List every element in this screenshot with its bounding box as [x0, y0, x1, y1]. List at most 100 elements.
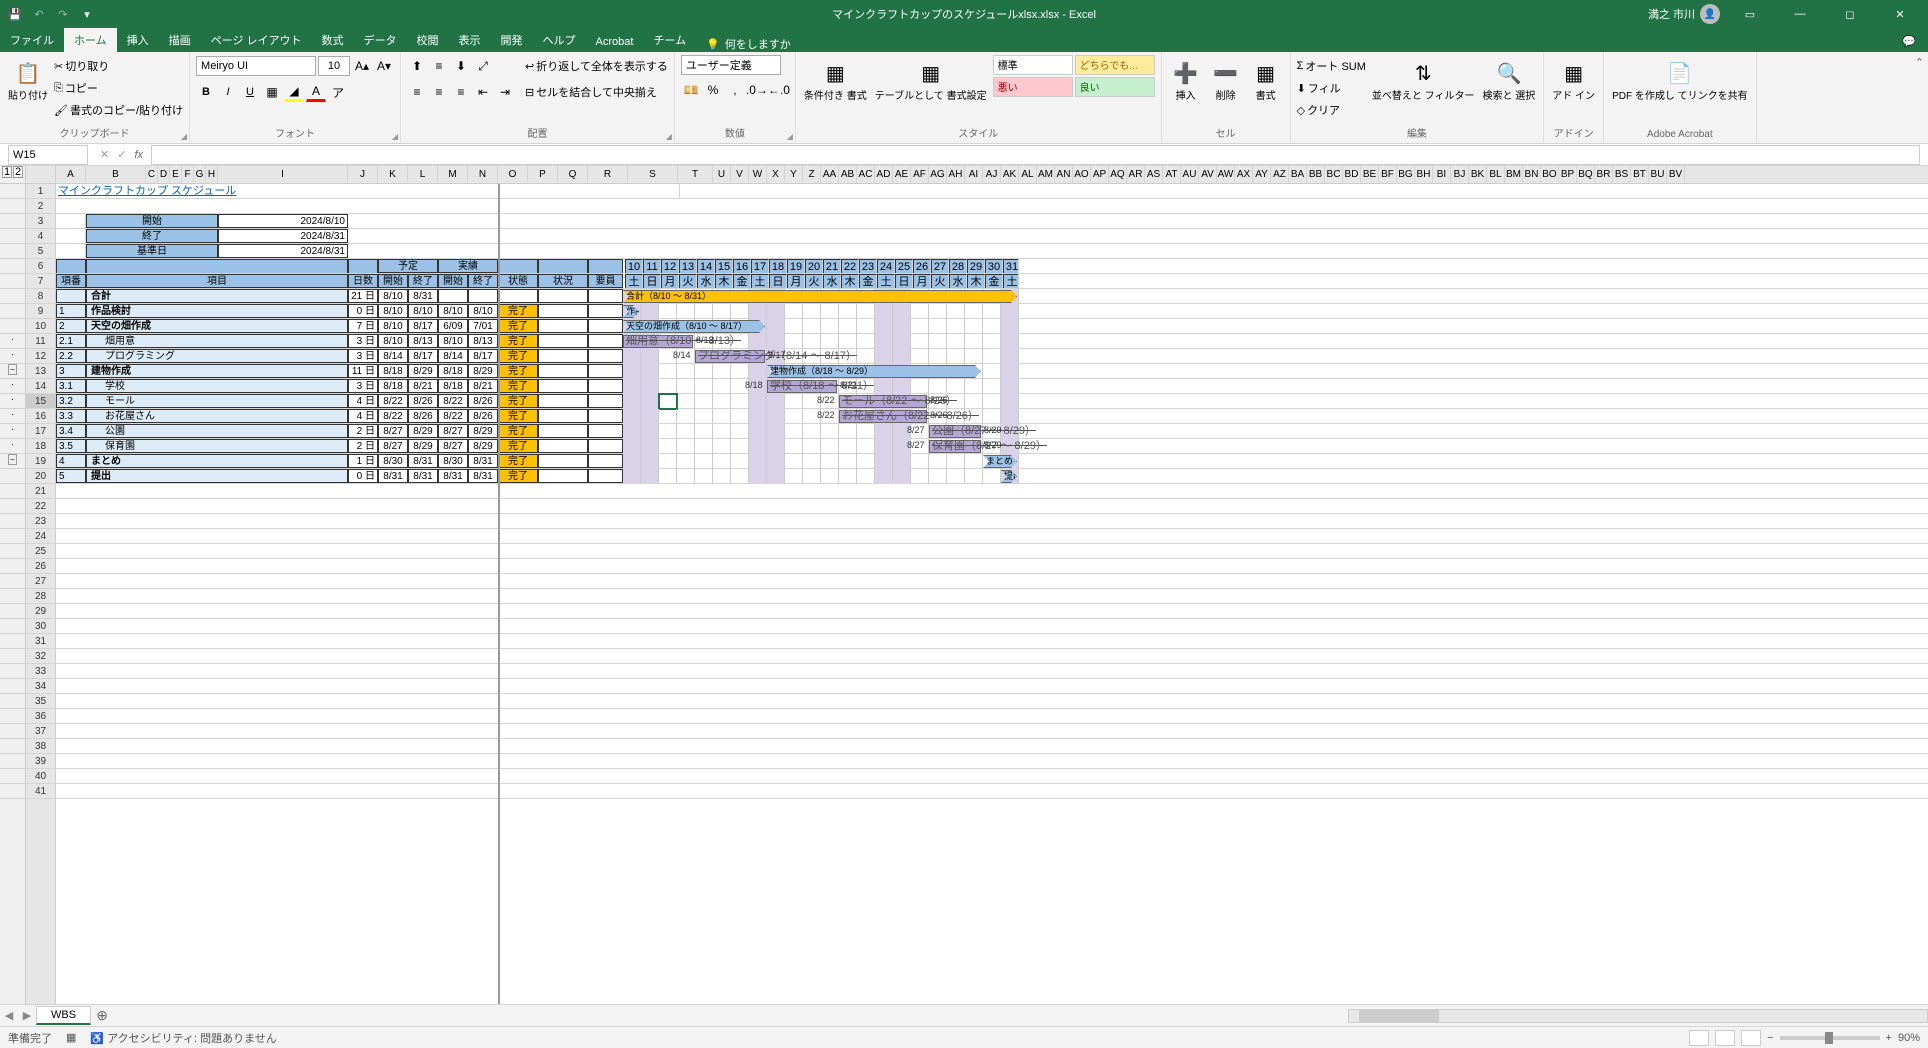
col-header[interactable]: AN	[1055, 166, 1073, 183]
tab-data[interactable]: データ	[354, 28, 407, 52]
cell[interactable]: まとめ	[86, 454, 348, 468]
col-header[interactable]: P	[528, 166, 558, 183]
cell[interactable]: お花屋さん	[86, 409, 348, 423]
cell[interactable]: 保育園	[86, 439, 348, 453]
align-top-icon[interactable]: ⬆	[407, 56, 427, 76]
cell[interactable]	[588, 334, 623, 348]
fill-button[interactable]: ⬇フィル	[1297, 77, 1366, 99]
col-header[interactable]: AT	[1163, 166, 1181, 183]
cell[interactable]: 終了	[408, 274, 438, 288]
row-header[interactable]: 40	[26, 769, 55, 784]
col-header[interactable]: R	[588, 166, 628, 183]
cell[interactable]: 8/29	[408, 424, 438, 438]
cell[interactable]: 予定	[378, 259, 438, 273]
cell[interactable]: 8/13	[468, 334, 498, 348]
sort-filter-button[interactable]: ⇅並べ替えと フィルター	[1370, 55, 1477, 104]
cell[interactable]	[86, 259, 348, 273]
cell[interactable]: 8/27	[378, 439, 408, 453]
row-header[interactable]: 1	[26, 184, 55, 199]
decrease-font-icon[interactable]: A▾	[374, 56, 394, 76]
font-launcher-icon[interactable]: ◢	[392, 132, 398, 141]
cell[interactable]	[348, 259, 378, 273]
cell[interactable]: 8/31	[408, 289, 438, 303]
col-header[interactable]: A	[56, 166, 86, 183]
cell[interactable]: 8/10	[378, 304, 408, 318]
cell[interactable]: 完了	[498, 469, 538, 483]
bold-button[interactable]: B	[196, 82, 216, 102]
cell[interactable]	[588, 259, 623, 273]
percent-icon[interactable]: %	[703, 80, 723, 100]
cell[interactable]	[588, 379, 623, 393]
col-header[interactable]: AV	[1199, 166, 1217, 183]
cell[interactable]: 8/22	[378, 409, 408, 423]
row-header[interactable]: 21	[26, 484, 55, 499]
row-header[interactable]: 27	[26, 574, 55, 589]
col-header[interactable]: BB	[1307, 166, 1325, 183]
row-header[interactable]: 13	[26, 364, 55, 379]
cell[interactable]: 開始	[378, 274, 408, 288]
style-good[interactable]: 良い	[1075, 77, 1155, 97]
col-header[interactable]: BP	[1559, 166, 1577, 183]
cell[interactable]: 0 日	[348, 469, 378, 483]
create-pdf-button[interactable]: 📄PDF を作成し てリンクを共有	[1610, 55, 1750, 104]
increase-decimal-icon[interactable]: .0→	[747, 80, 767, 100]
row-header[interactable]: 15	[26, 394, 55, 409]
cell[interactable]: 2024/8/31	[218, 229, 348, 243]
align-center-icon[interactable]: ≡	[429, 82, 449, 102]
row-header[interactable]: 12	[26, 349, 55, 364]
row-header[interactable]: 3	[26, 214, 55, 229]
title-link[interactable]: マインクラフトカップ スケジュール	[58, 185, 236, 197]
row-header[interactable]: 22	[26, 499, 55, 514]
zoom-in-icon[interactable]: +	[1886, 1032, 1892, 1044]
cell[interactable]: 終了	[86, 229, 218, 243]
cell[interactable]	[538, 409, 588, 423]
col-header[interactable]: AW	[1217, 166, 1235, 183]
col-header[interactable]: Y	[785, 166, 803, 183]
wrap-text-button[interactable]: ↩折り返して全体を表示する	[525, 55, 668, 77]
cell[interactable]	[588, 319, 623, 333]
col-header[interactable]: C	[146, 166, 158, 183]
cell[interactable]: 8/27	[438, 439, 468, 453]
cell[interactable]: 8/27	[378, 424, 408, 438]
col-header[interactable]: AG	[929, 166, 947, 183]
cell[interactable]: 8/31	[408, 469, 438, 483]
col-header[interactable]: Z	[803, 166, 821, 183]
col-header[interactable]: AU	[1181, 166, 1199, 183]
col-header[interactable]: BI	[1433, 166, 1451, 183]
col-header[interactable]: N	[468, 166, 498, 183]
cell[interactable]: 3.3	[56, 409, 86, 423]
cell[interactable]: 3.4	[56, 424, 86, 438]
font-size-combo[interactable]	[318, 56, 350, 76]
cell[interactable]	[588, 424, 623, 438]
row-header[interactable]: 35	[26, 694, 55, 709]
cell[interactable]: 終了	[468, 274, 498, 288]
macro-record-icon[interactable]: ▦	[66, 1031, 76, 1044]
col-header[interactable]: AL	[1019, 166, 1037, 183]
accessibility-status[interactable]: ♿ アクセシビリティ: 問題ありません	[90, 1030, 276, 1046]
cell[interactable]: 8/29	[468, 364, 498, 378]
conditional-format-button[interactable]: ▦条件付き 書式	[802, 55, 869, 104]
cell[interactable]	[498, 289, 538, 303]
cell[interactable]	[538, 259, 588, 273]
cell[interactable]	[588, 454, 623, 468]
cell[interactable]: 5	[56, 469, 86, 483]
cell[interactable]: 開始	[86, 214, 218, 228]
col-header[interactable]: L	[408, 166, 438, 183]
cell[interactable]: 完了	[498, 439, 538, 453]
orientation-icon[interactable]: ⤢	[473, 56, 493, 76]
cell[interactable]: 公園	[86, 424, 348, 438]
tab-view[interactable]: 表示	[449, 28, 491, 52]
row-header[interactable]: 7	[26, 274, 55, 289]
row-header[interactable]: 30	[26, 619, 55, 634]
cell[interactable]	[538, 379, 588, 393]
col-header[interactable]: AH	[947, 166, 965, 183]
cell[interactable]: 開始	[438, 274, 468, 288]
col-header[interactable]: B	[86, 166, 146, 183]
cell[interactable]	[538, 289, 588, 303]
font-name-combo[interactable]	[196, 56, 316, 76]
format-painter-button[interactable]: 🖌書式のコピー/貼り付け	[54, 99, 183, 121]
cell[interactable]	[538, 469, 588, 483]
cell[interactable]: 2.1	[56, 334, 86, 348]
cell[interactable]: 8/17	[408, 349, 438, 363]
cell[interactable]: 完了	[498, 349, 538, 363]
